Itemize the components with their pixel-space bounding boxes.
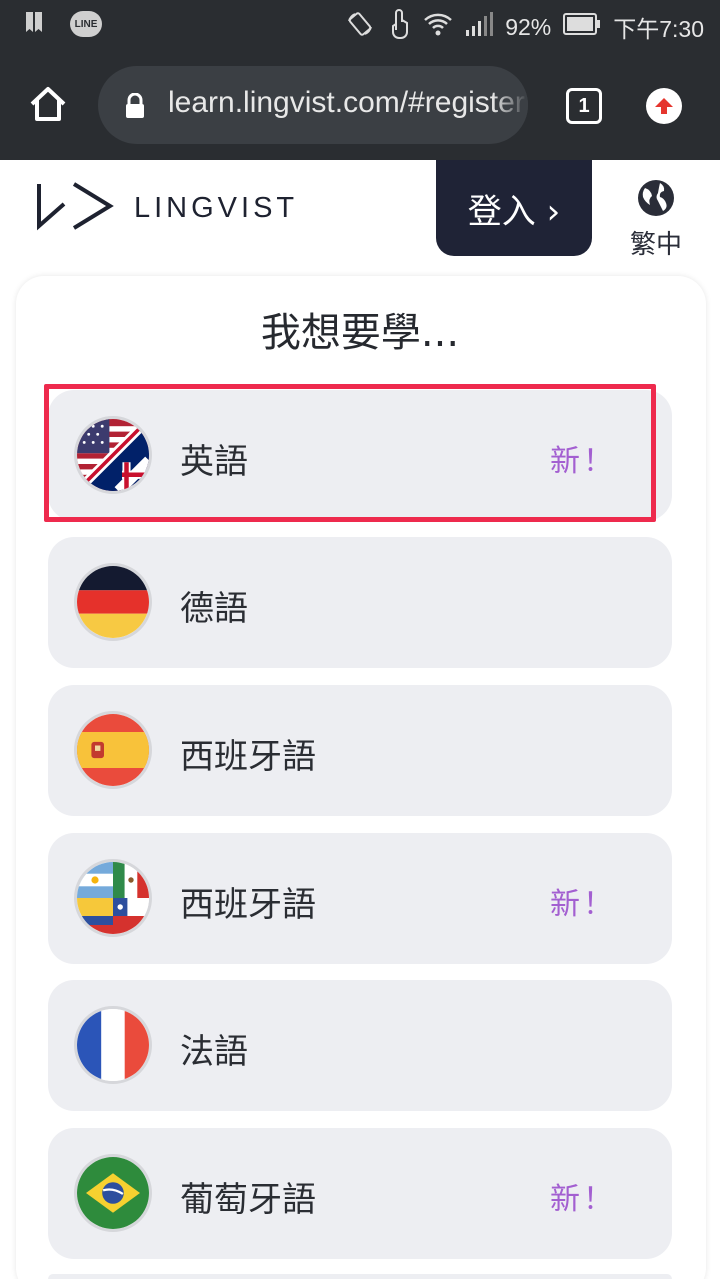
battery-percent: 92%	[505, 13, 552, 40]
touch-icon	[387, 8, 411, 46]
course-item-french[interactable]: 法語	[48, 980, 672, 1111]
course-item-spanish-spain[interactable]: 西班牙語	[48, 685, 672, 816]
course-item-partial[interactable]	[48, 1274, 672, 1279]
course-item-spanish-latin-america[interactable]: 西班牙語 新！	[48, 833, 672, 964]
home-icon[interactable]	[26, 82, 70, 126]
course-name: 德語	[180, 589, 248, 629]
language-switcher[interactable]: 繁中	[624, 178, 688, 261]
globe-icon	[636, 180, 676, 222]
germany-flag-icon	[74, 563, 152, 641]
bookmark-icon	[24, 10, 44, 38]
update-arrow-icon[interactable]	[646, 88, 682, 124]
course-name: 西班牙語	[180, 737, 316, 777]
page-title: 我想要學...	[260, 310, 460, 356]
browser-toolbar: learn.lingvist.com/#register 1	[0, 50, 720, 160]
course-item-german[interactable]: 德語	[48, 537, 672, 668]
course-name: 英語	[180, 442, 248, 482]
line-app-icon: LINE	[70, 11, 102, 37]
course-name: 葡萄牙語	[180, 1180, 316, 1220]
language-label: 繁中	[629, 230, 682, 260]
lingvist-mark-icon	[34, 180, 114, 236]
brand-name: LINGVIST	[134, 191, 299, 224]
battery-icon	[563, 13, 601, 41]
clock: 下午7:30	[613, 16, 704, 42]
spain-flag-icon	[74, 711, 152, 789]
url-text: learn.lingvist.com/#register	[168, 86, 525, 119]
course-item-english-us-uk[interactable]: 英語 新！	[48, 390, 672, 521]
us-uk-flag-icon	[74, 416, 152, 494]
course-name: 法語	[180, 1032, 248, 1072]
status-bar: LINE 92% 下午7:30	[0, 0, 720, 50]
screen-rotate-icon	[345, 9, 375, 45]
login-button[interactable]: 登入 ›	[436, 160, 592, 256]
new-badge: 新！	[550, 444, 616, 479]
france-flag-icon	[74, 1006, 152, 1084]
brazil-flag-icon	[74, 1154, 152, 1232]
new-badge: 新！	[550, 1182, 616, 1217]
signal-icon	[465, 12, 494, 42]
lingvist-logo[interactable]: LINGVIST	[34, 180, 298, 236]
tab-switcher-button[interactable]: 1	[566, 88, 602, 124]
course-name: 西班牙語	[180, 885, 316, 925]
lock-icon	[124, 92, 146, 119]
address-bar[interactable]: learn.lingvist.com/#register	[98, 66, 528, 144]
course-item-portuguese[interactable]: 葡萄牙語 新！	[48, 1128, 672, 1259]
latin-america-flags-icon	[74, 859, 152, 937]
new-badge: 新！	[550, 887, 616, 922]
wifi-icon	[423, 11, 453, 43]
